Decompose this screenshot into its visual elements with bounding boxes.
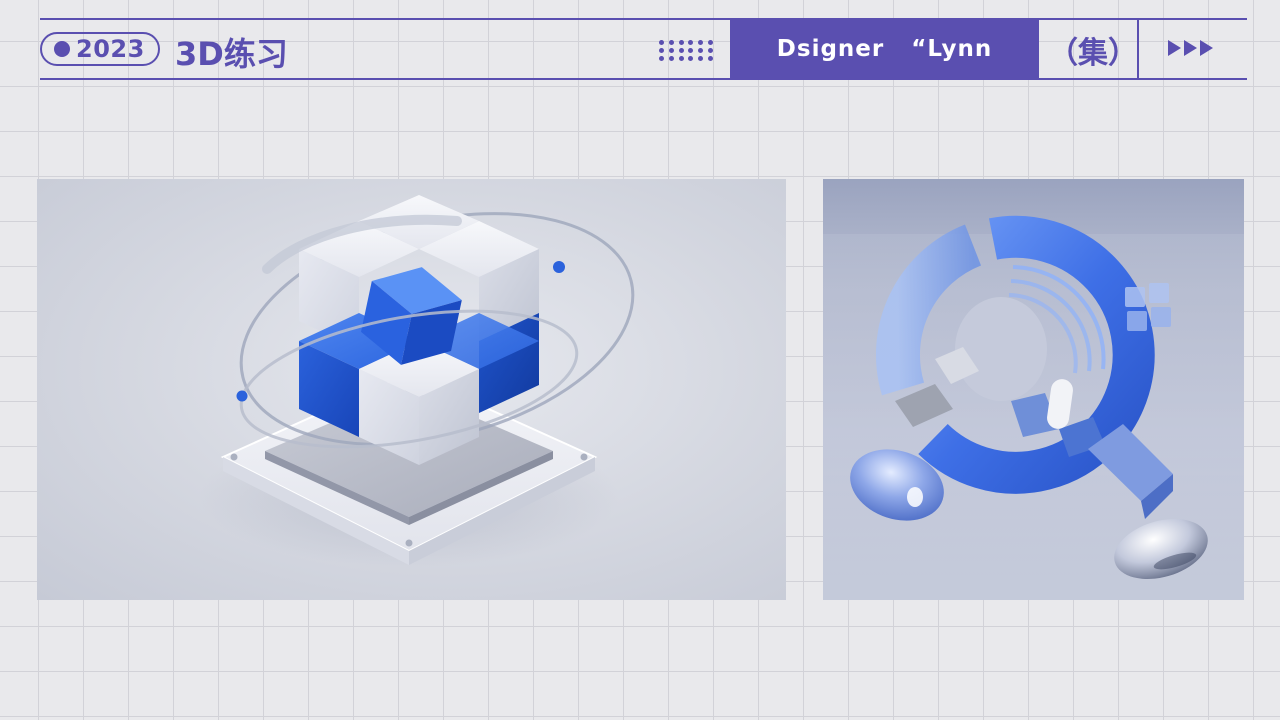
glass-ring-render [823, 179, 1244, 600]
glass-ring-illustration [823, 215, 1244, 600]
collection-label: （集） [1048, 36, 1138, 71]
glass-cube-illustration [199, 195, 635, 567]
dot-grid-icon [657, 38, 715, 62]
glass-cube-render [37, 179, 786, 600]
designer-name-banner: Dsigner “Lynn [730, 20, 1039, 78]
triple-arrow-icon[interactable] [1168, 40, 1213, 56]
year-badge: 2023 [40, 32, 160, 66]
year-label: 2023 [76, 35, 145, 63]
circle-bullet-icon [54, 41, 70, 57]
header-divider [1137, 18, 1139, 80]
header-bar: 2023 3D练习 Dsigner “Lynn （集） [40, 18, 1247, 80]
page-title: 3D练习 [175, 35, 288, 73]
